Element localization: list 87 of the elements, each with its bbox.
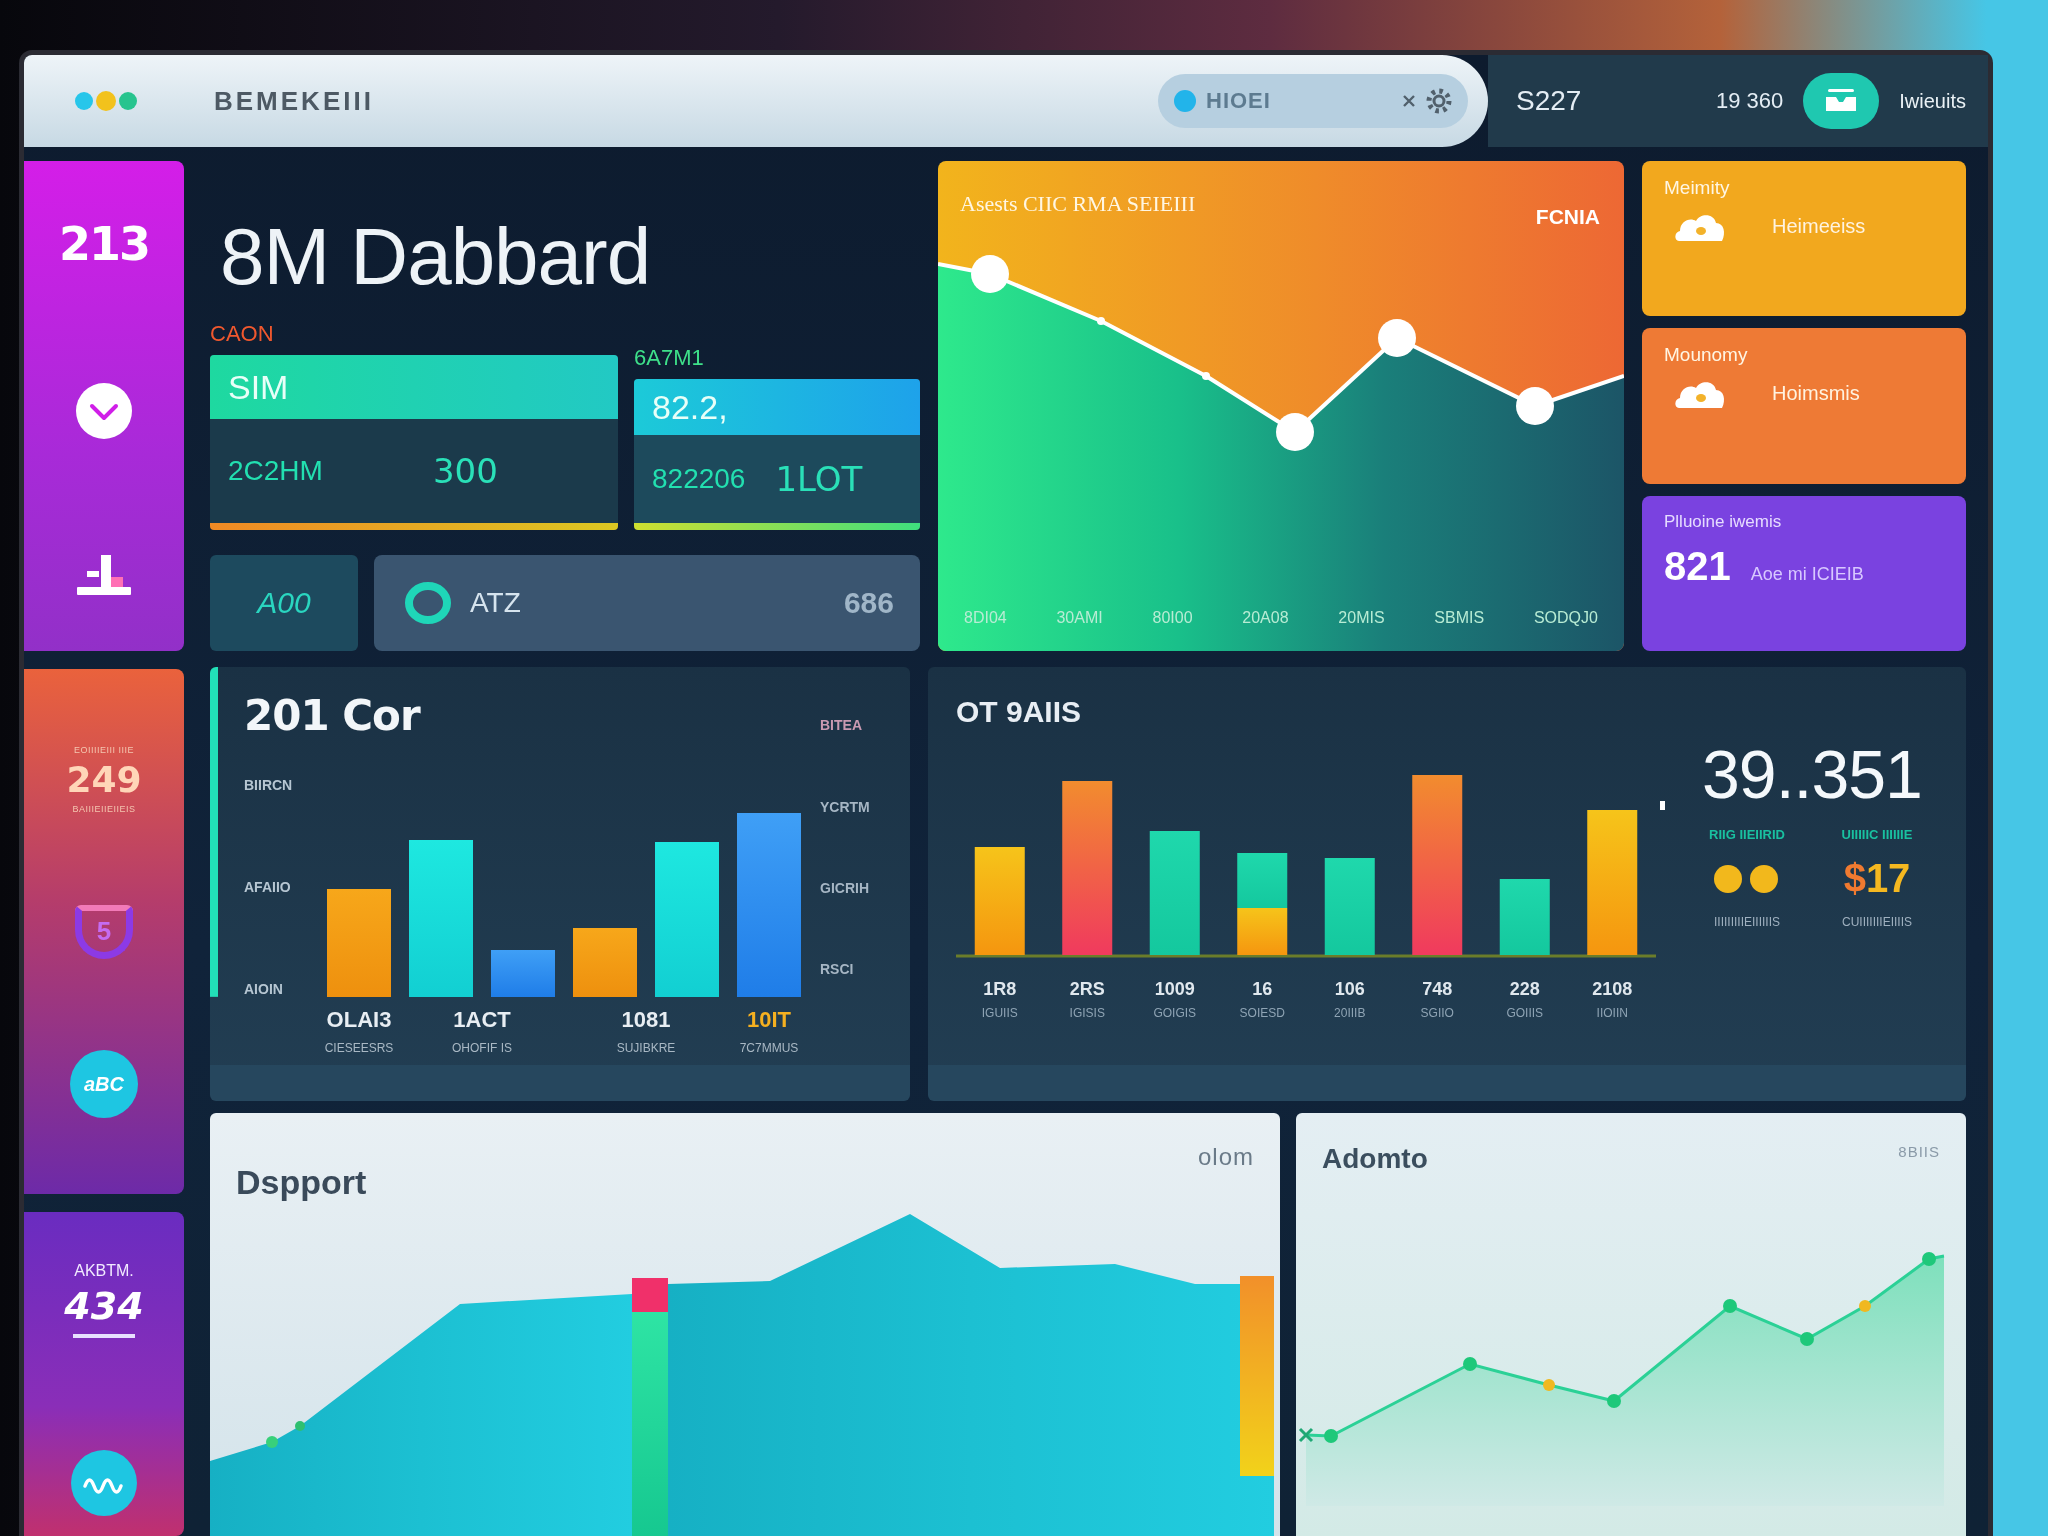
sidebar-value: 213 xyxy=(59,217,149,271)
app-title: BEMEKEIII xyxy=(214,85,374,117)
notice-text: Heimeeiss xyxy=(1772,214,1866,238)
number-badge: 5 xyxy=(75,905,133,959)
stat-label: CAON xyxy=(210,321,274,347)
action-button[interactable] xyxy=(1803,73,1880,129)
sidebar-caption: AKBTM. xyxy=(74,1262,134,1280)
asset-name: ATZ xyxy=(470,587,521,619)
bar-label: 1ACT xyxy=(453,1007,511,1034)
search-input[interactable]: HIOEI xyxy=(1206,84,1392,118)
squiggle-icon[interactable] xyxy=(71,1450,137,1516)
legend-label: GICRIH xyxy=(820,879,869,896)
bar-caption: GOIIIS xyxy=(1506,1006,1544,1020)
stat-caption: 822206 xyxy=(652,463,746,495)
chart-title: 201 Cor xyxy=(244,693,420,740)
asset-value: 686 xyxy=(843,586,894,620)
bar-label: 2RS xyxy=(1069,979,1105,1000)
axis-label: BIIRCN xyxy=(244,777,293,794)
notice-title: Meimity xyxy=(1664,177,1730,199)
stat-label: 6A7M1 xyxy=(634,345,704,371)
metric-title: Plluoine iwemis xyxy=(1664,511,1782,532)
metric-value: 821 xyxy=(1664,543,1731,589)
bar-label: 16 xyxy=(1252,979,1273,1000)
bar-caption: IGUIIS xyxy=(981,1006,1018,1020)
sidebar-value: 249 xyxy=(66,758,142,800)
total-value: 39..351 xyxy=(1702,735,1922,813)
bar-label: 2108 xyxy=(1592,979,1633,1000)
legend-label: YCRTM xyxy=(820,798,870,815)
gear-icon[interactable] xyxy=(1426,88,1452,114)
page-title: 8M Dabbard xyxy=(220,217,651,297)
code-tile: A00 xyxy=(210,555,358,651)
bar-label: OLAI3 xyxy=(326,1007,392,1034)
bar-label: 1009 xyxy=(1154,979,1195,1000)
bar-caption: SGIIO xyxy=(1420,1006,1454,1020)
close-icon[interactable] xyxy=(1402,94,1416,108)
bar-label: 228 xyxy=(1509,979,1540,1000)
sidebar-caption: BAIIIEIIEIIEIS xyxy=(72,803,136,814)
tray-icon xyxy=(1824,89,1859,113)
stat-value: 300 xyxy=(432,451,498,491)
bar-label: 748 xyxy=(1422,979,1453,1000)
stat-label: UIIIIIC IIIIIIE xyxy=(1841,827,1913,842)
user-label: Iwieuits xyxy=(1899,89,1966,113)
stat-value: 1LOT xyxy=(775,459,863,499)
dot-icon xyxy=(1174,90,1196,112)
chevron-down-icon[interactable] xyxy=(76,383,132,439)
bar-label: 1R8 xyxy=(983,979,1017,1000)
stat-caption: CUIIIIIIIEIIIIS xyxy=(1842,915,1912,929)
metric-text: Aoe mi ICIEIB xyxy=(1750,563,1864,585)
bar-caption: IIOIIN xyxy=(1596,1006,1628,1020)
bar-caption: 7C7MMUS xyxy=(739,1041,799,1056)
bar-label: 1081 xyxy=(621,1007,671,1034)
stat-header: 82.2, xyxy=(634,379,920,435)
chart-title: Asests CIIC RMA SEIEIII xyxy=(960,191,1196,217)
bar-caption: OHOFIF IS xyxy=(452,1041,512,1056)
bar-caption: SUJIBKRE xyxy=(616,1041,676,1056)
legend-label: BITEA xyxy=(820,717,862,734)
bar-caption: IGISIS xyxy=(1069,1006,1105,1020)
stat-label: RIIG IIEIIRID xyxy=(1709,827,1785,842)
bar-caption: GOIGIS xyxy=(1153,1006,1197,1020)
header-stat: 19 360 xyxy=(1716,88,1784,114)
axis-label: AIOIN xyxy=(244,981,283,998)
notice-title: Mounomy xyxy=(1664,344,1748,367)
chart-title: OT 9AIIS xyxy=(956,695,1082,729)
bar-caption: CIESEESRS xyxy=(324,1041,394,1056)
legend-label: RSCI xyxy=(820,961,854,978)
ring-icon xyxy=(404,581,452,625)
price-text: $17 xyxy=(1843,856,1911,901)
stat-header: SIM xyxy=(210,355,618,419)
header-stat: S227 xyxy=(1516,85,1582,117)
notice-text: Hoimsmis xyxy=(1772,381,1860,405)
bar-label: 10IT xyxy=(747,1007,791,1034)
search-field[interactable]: HIOEI xyxy=(1158,74,1468,128)
bar-caption: 20IIIB xyxy=(1334,1006,1366,1020)
bar-label: 106 xyxy=(1334,979,1365,1000)
panel-title: Dspport xyxy=(236,1163,367,1202)
panel-tag: olom xyxy=(1197,1143,1254,1171)
sidebar-caption: EOIIIIEIII IIIE xyxy=(74,744,134,755)
window-dots-icon xyxy=(74,91,138,111)
bar-caption: SOIESD xyxy=(1239,1006,1285,1020)
panel-tag: 8BIIS xyxy=(1898,1143,1940,1160)
sidebar-value: 434 xyxy=(64,1284,144,1328)
chip-button[interactable]: aBC xyxy=(70,1050,138,1119)
stat-caption: 2C2HM xyxy=(228,455,323,487)
axis-label: AFAIIO xyxy=(244,879,291,896)
stat-caption: IIIIIIIIIEIIIIIIS xyxy=(1714,915,1780,929)
chart-tag: FCNIA xyxy=(1535,205,1600,229)
panel-title: Adomto xyxy=(1322,1143,1428,1175)
